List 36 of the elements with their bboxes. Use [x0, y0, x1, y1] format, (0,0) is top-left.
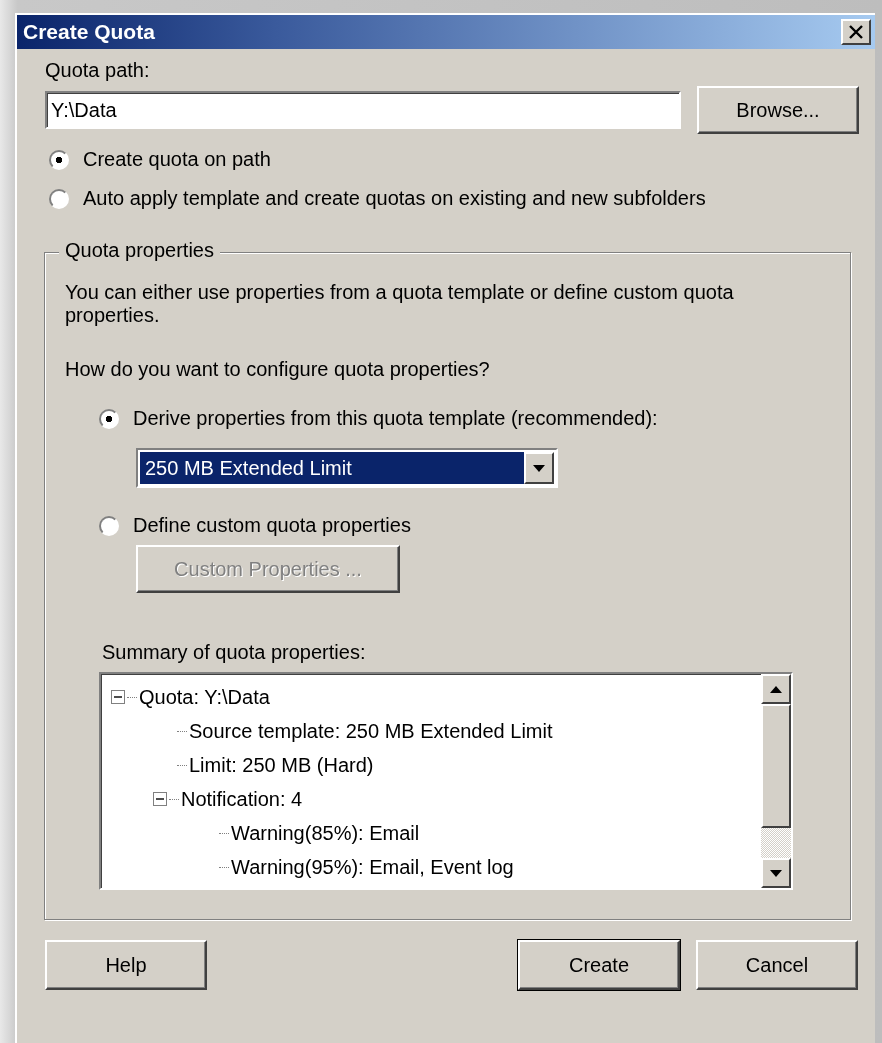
radio-label: Auto apply template and create quotas on existing and new subfolders: [83, 187, 706, 210]
dropdown-value: 250 MB Extended Limit: [140, 452, 524, 484]
tree-item[interactable]: Notification: 4: [181, 787, 303, 811]
template-dropdown[interactable]: 250 MB Extended Limit: [136, 448, 558, 488]
radio-label: Define custom quota properties: [133, 514, 411, 537]
question-text: How do you want to configure quota properties?: [65, 358, 491, 381]
radio-button[interactable]: [49, 188, 69, 209]
scroll-thumb[interactable]: [761, 704, 791, 828]
tree-item[interactable]: Warning(85%): Email: [231, 821, 420, 845]
dialog-button[interactable]: Create: [518, 940, 680, 990]
scrollbar[interactable]: [761, 674, 791, 888]
summary-label: Summary of quota properties:: [102, 641, 367, 664]
quota-path-label: Quota path:: [45, 59, 151, 82]
radio-button[interactable]: [99, 408, 119, 429]
tree-item[interactable]: Limit: 250 MB (Hard): [189, 753, 374, 777]
scroll-up-icon[interactable]: [761, 674, 791, 704]
tree-item[interactable]: Warning(95%): Email, Event log: [231, 855, 514, 879]
scroll-down-icon[interactable]: [761, 858, 791, 888]
radio-button[interactable]: [49, 149, 69, 170]
scroll-track[interactable]: [761, 828, 791, 858]
window-title: Create Quota: [23, 20, 155, 44]
collapse-icon[interactable]: [153, 792, 167, 806]
radio-label: Derive properties from this quota template (recommended):: [133, 407, 658, 430]
radio-button[interactable]: [99, 515, 119, 536]
tree-item[interactable]: Source template: 250 MB Extended Limit: [189, 719, 553, 743]
browse-button[interactable]: Browse...: [697, 86, 859, 134]
tree-item[interactable]: Quota: Y:\Data: [139, 685, 270, 709]
group-title: Quota properties: [59, 239, 220, 262]
radio-label: Create quota on path: [83, 148, 271, 171]
dialog-button[interactable]: Cancel: [696, 940, 858, 990]
collapse-icon[interactable]: [111, 690, 125, 704]
close-icon: [848, 25, 864, 39]
close-button[interactable]: [841, 19, 871, 45]
dialog-button[interactable]: Help: [45, 940, 207, 990]
quota-path-field[interactable]: Y:\Data: [45, 91, 681, 129]
description-text: You can either use properties from a quota template or define custom quota properties.: [65, 281, 735, 327]
